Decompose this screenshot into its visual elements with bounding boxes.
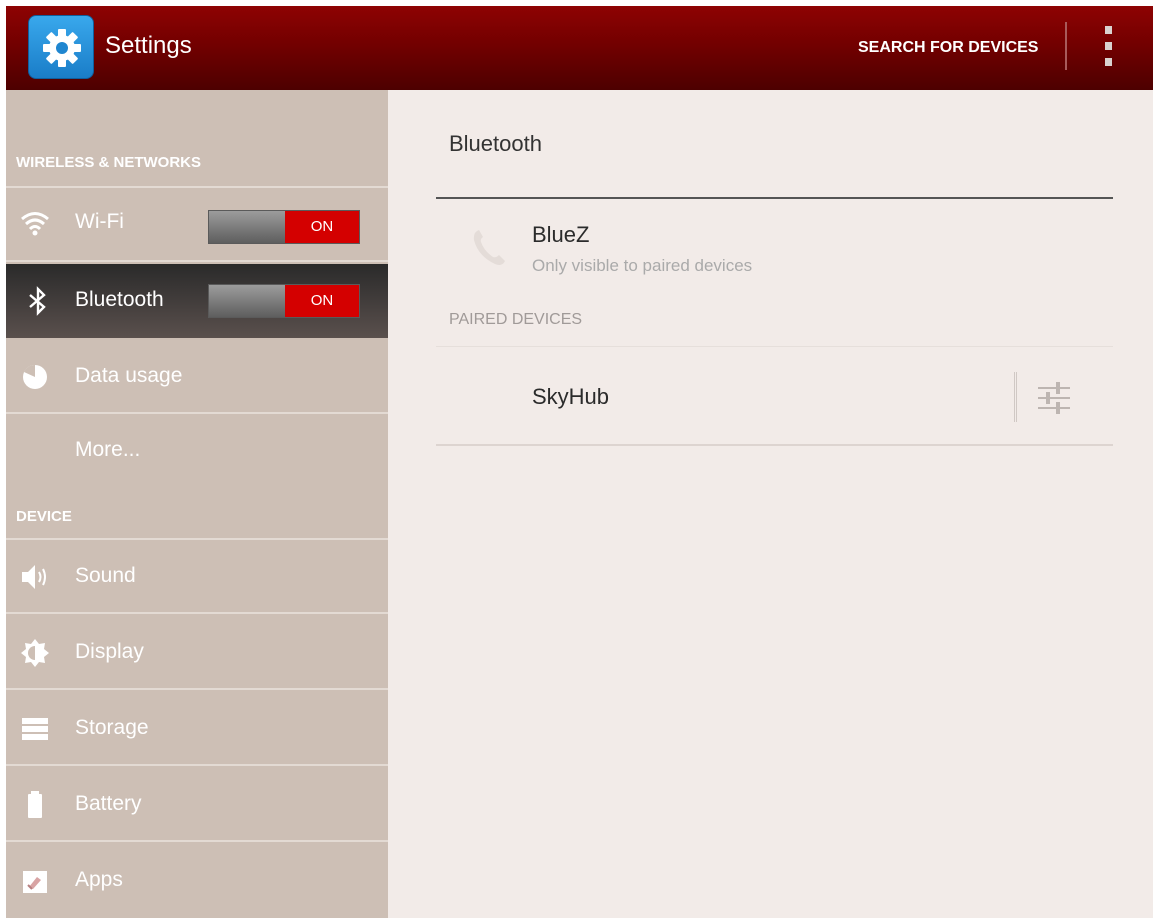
sidebar-item-label: Wi-Fi [75, 210, 124, 233]
this-device-visibility: Only visible to paired devices [532, 256, 753, 275]
paired-device-settings-button[interactable] [1032, 376, 1076, 420]
divider [436, 197, 1113, 199]
bluetooth-toggle[interactable]: ON [208, 284, 360, 318]
paired-devices-header: PAIRED DEVICES [449, 311, 583, 328]
page-title: Bluetooth [449, 131, 542, 156]
action-bar: Settings SEARCH FOR DEVICES [6, 6, 1153, 90]
gear-icon [43, 29, 81, 67]
wifi-toggle[interactable]: ON [208, 210, 360, 244]
sidebar-item-label: Sound [75, 564, 136, 587]
storage-icon [22, 718, 48, 740]
sidebar-item-label: More... [75, 438, 141, 461]
sidebar-item-display[interactable]: Display [6, 616, 388, 690]
bluetooth-icon [29, 286, 46, 316]
overflow-menu-icon[interactable] [1093, 24, 1123, 68]
settings-screen: Settings SEARCH FOR DEVICES WIRELESS & N… [6, 6, 1153, 918]
sidebar-item-sound[interactable]: Sound [6, 540, 388, 614]
toggle-thumb: ON [285, 285, 359, 317]
section-header-wireless: WIRELESS & NETWORKS [16, 154, 202, 171]
sidebar-item-battery[interactable]: Battery [6, 768, 388, 842]
divider [1014, 372, 1017, 422]
wifi-icon [21, 212, 49, 236]
divider [6, 840, 388, 842]
brightness-icon [21, 639, 49, 667]
divider [6, 612, 388, 614]
paired-device-row[interactable]: SkyHub [436, 348, 1113, 444]
sidebar-item-label: Display [75, 640, 144, 663]
sidebar-item-label: Data usage [75, 364, 183, 387]
sidebar-item-storage[interactable]: Storage [6, 692, 388, 766]
toggle-thumb: ON [285, 211, 359, 243]
divider [6, 688, 388, 690]
toggle-track [209, 285, 285, 317]
divider [436, 346, 1113, 347]
divider [436, 444, 1113, 446]
search-for-devices-button[interactable]: SEARCH FOR DEVICES [846, 6, 1050, 90]
sidebar-item-data-usage[interactable]: Data usage [6, 340, 388, 414]
apps-icon [23, 871, 47, 893]
data-usage-icon [23, 364, 47, 389]
sidebar-item-wifi[interactable]: Wi-Fi ON [6, 188, 388, 262]
settings-sliders-icon [1038, 382, 1070, 414]
settings-sidebar: WIRELESS & NETWORKS Wi-Fi ON Bluetooth O… [6, 90, 388, 918]
sidebar-item-apps[interactable]: Apps [6, 844, 388, 918]
settings-app-icon[interactable] [28, 15, 94, 79]
phone-icon [473, 230, 505, 265]
sidebar-item-label: Battery [75, 792, 142, 815]
section-header-device: DEVICE [16, 508, 72, 525]
divider [6, 412, 388, 414]
sidebar-item-label: Storage [75, 716, 149, 739]
paired-device-name: SkyHub [532, 384, 610, 409]
app-title: Settings [105, 32, 192, 59]
action-bar-divider [1065, 22, 1067, 70]
sidebar-item-more[interactable]: More... [6, 416, 388, 490]
this-device-name[interactable]: BlueZ [532, 222, 589, 248]
sidebar-item-bluetooth[interactable]: Bluetooth ON [6, 264, 388, 338]
speaker-icon [22, 565, 46, 589]
divider [6, 260, 388, 262]
divider [6, 764, 388, 766]
battery-icon [28, 791, 42, 818]
toggle-track [209, 211, 285, 243]
sidebar-item-label: Bluetooth [75, 288, 164, 311]
sidebar-item-label: Apps [75, 868, 123, 891]
